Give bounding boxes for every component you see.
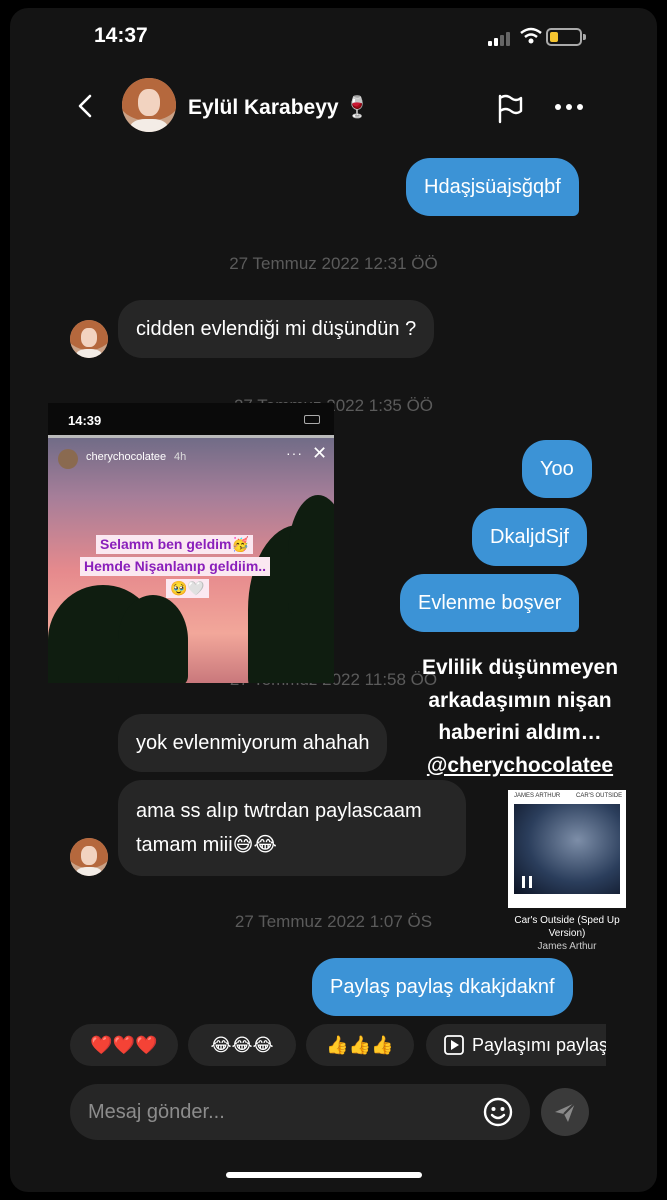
- message-outgoing[interactable]: Evlenme boşver: [400, 574, 580, 632]
- music-sticker[interactable]: JAMES ARTHUR CAR'S OUTSIDE: [508, 790, 626, 908]
- story-text-line: Hemde Nişanlanıp geldiim..: [80, 557, 271, 576]
- music-info: Car's Outside (Sped Up Version) James Ar…: [508, 914, 626, 953]
- story-age: 4h: [174, 451, 187, 463]
- play-square-icon: [444, 1035, 464, 1055]
- status-time: 14:37: [94, 24, 148, 47]
- quick-reaction-laugh[interactable]: 😂😂😂: [188, 1024, 296, 1066]
- share-post-chip[interactable]: Paylaşımı paylaş: [426, 1024, 606, 1066]
- message-outgoing[interactable]: Yoo: [522, 440, 592, 498]
- sender-avatar: [70, 320, 108, 358]
- tree-silhouette: [288, 495, 334, 615]
- share-post-label: Paylaşımı paylaş: [472, 1034, 606, 1055]
- story-image: cherychocolatee 4h ··· ✕ Selamm ben geld…: [48, 435, 334, 683]
- song-title: Car's Outside (Sped Up Version): [514, 915, 620, 939]
- story-screenshot-overlay: 14:39 cherychocolatee 4h ··· ✕ Selamm be…: [48, 403, 334, 683]
- home-indicator: [226, 1172, 422, 1178]
- emoji-icon[interactable]: [482, 1096, 514, 1128]
- send-icon: [555, 1102, 576, 1122]
- story-user-avatar: [58, 449, 78, 469]
- message-outgoing[interactable]: Hdaşjsüajsğqbf: [406, 158, 579, 216]
- album-artist-small: JAMES ARTHUR: [514, 793, 561, 799]
- screen: 14:37 Eylül Karabeyy 🍷 Hdaşjsüajsğqbf 27…: [0, 0, 667, 1200]
- message-outgoing[interactable]: Paylaş paylaş dkakjdaknf: [312, 958, 573, 1016]
- message-input[interactable]: [88, 1084, 468, 1140]
- wifi-icon: [520, 27, 542, 44]
- signal-icon: [488, 30, 514, 46]
- chat-header: Eylül Karabeyy 🍷: [10, 72, 657, 142]
- quick-reaction-thumbs[interactable]: 👍👍👍: [306, 1024, 414, 1066]
- timestamp: 27 Temmuz 2022 12:31 ÖÖ: [229, 254, 438, 273]
- sender-avatar: [70, 838, 108, 876]
- back-icon[interactable]: [74, 94, 98, 118]
- story-text-line: Selamm ben geldim🥳: [96, 535, 253, 554]
- chat-screen: 14:37 Eylül Karabeyy 🍷 Hdaşjsüajsğqbf 27…: [10, 8, 657, 1192]
- story-caption: Evlilik düşünmeyen arkadaşımın nişan hab…: [388, 652, 652, 782]
- contact-name[interactable]: Eylül Karabeyy 🍷: [188, 96, 371, 120]
- story-battery-icon: [304, 415, 320, 424]
- message-outgoing[interactable]: DkaljdSjf: [472, 508, 587, 566]
- message-incoming[interactable]: yok evlenmiyorum ahahah: [118, 714, 388, 772]
- story-close-icon[interactable]: ✕: [312, 443, 327, 464]
- song-artist: James Arthur: [537, 941, 597, 952]
- quick-reaction-hearts[interactable]: ❤️❤️❤️: [70, 1024, 178, 1066]
- message-incoming[interactable]: cidden evlendiği mi düşündün ?: [118, 300, 435, 358]
- pause-icon: [522, 876, 532, 888]
- status-bar: 14:37: [10, 8, 657, 68]
- story-more-icon[interactable]: ···: [286, 445, 303, 461]
- album-cover: [514, 804, 620, 894]
- flag-icon[interactable]: [496, 94, 524, 124]
- battery-icon: [546, 28, 586, 46]
- story-status-time: 14:39: [68, 413, 102, 428]
- story-status-bar: 14:39: [48, 403, 334, 435]
- send-button[interactable]: [541, 1088, 589, 1136]
- caption-text: Evlilik düşünmeyen arkadaşımın nişan hab…: [421, 656, 619, 745]
- message-incoming[interactable]: ama ss alıp twtrdan paylascaam tamam mii…: [118, 780, 466, 876]
- story-username: cherychocolatee: [86, 451, 167, 463]
- caption-mention[interactable]: @cherychocolatee: [388, 750, 652, 783]
- more-options-icon[interactable]: [554, 102, 584, 112]
- message-composer: [70, 1084, 530, 1140]
- album-title-small: CAR'S OUTSIDE: [576, 793, 623, 799]
- story-text-line: 🥹🤍: [166, 579, 209, 598]
- tree-silhouette: [118, 595, 188, 683]
- header-avatar[interactable]: [122, 78, 176, 132]
